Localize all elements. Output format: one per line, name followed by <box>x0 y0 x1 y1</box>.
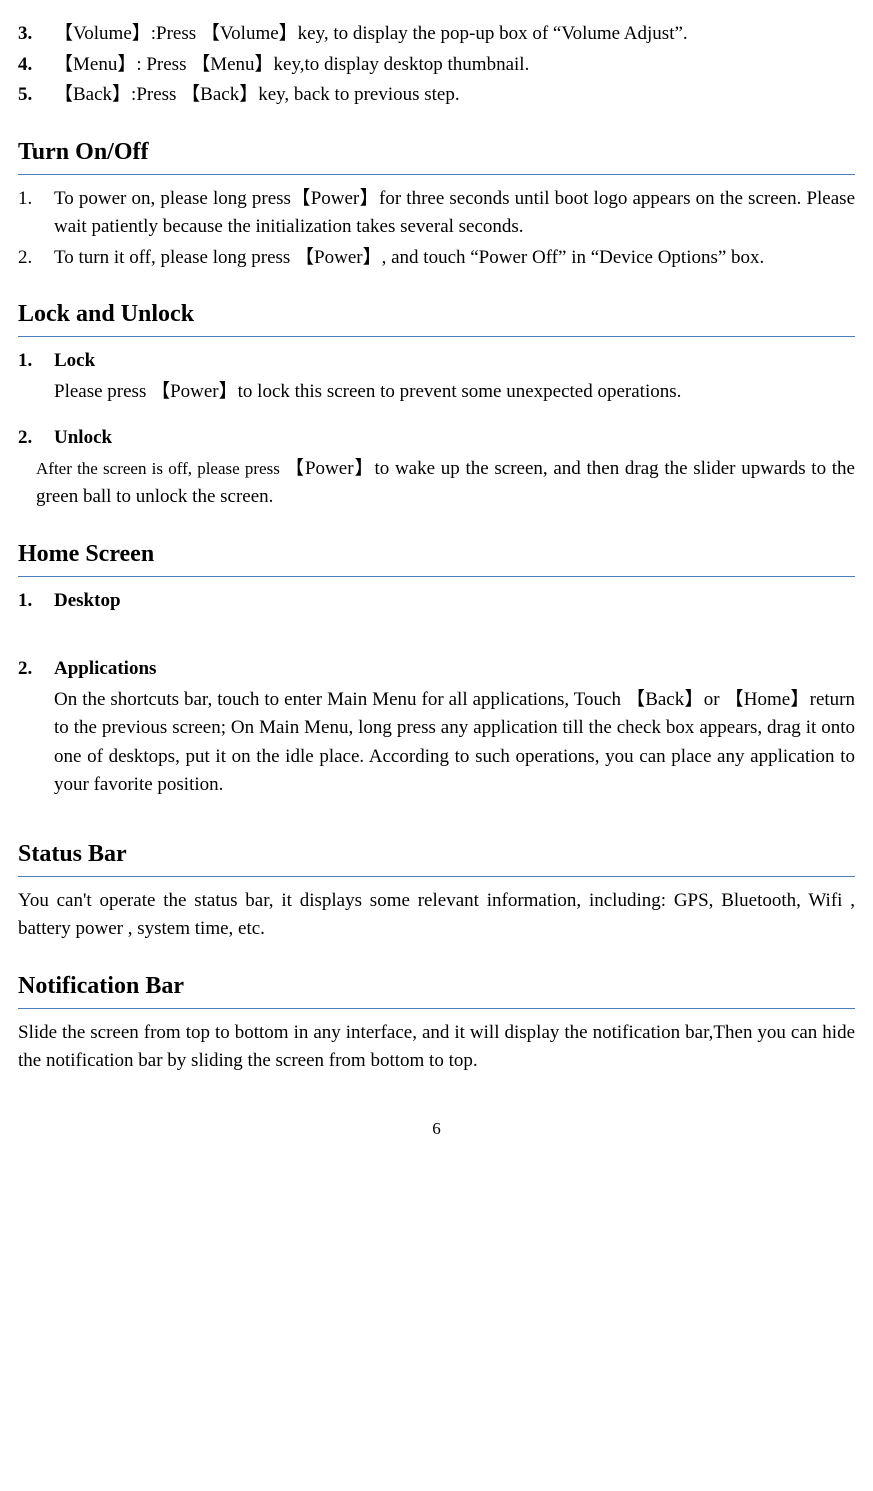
heading-lock-unlock: Lock and Unlock <box>18 296 855 332</box>
applications-item-num: 2. <box>18 655 54 684</box>
unlock-item: 2. Unlock <box>18 424 855 453</box>
turn-on-off-item-2-num: 2. <box>18 244 54 273</box>
unlock-item-lead: After the screen is off, please press <box>36 459 285 478</box>
turn-on-off-item-1-num: 1. <box>18 185 54 242</box>
rule-lock-unlock <box>18 336 855 337</box>
turn-on-off-item-2-text: To turn it off, please long press 【Power… <box>54 244 855 273</box>
top-item-4: 4. 【Menu】: Press 【Menu】key,to display de… <box>18 51 855 80</box>
rule-turn-on-off <box>18 174 855 175</box>
rule-home-screen <box>18 576 855 577</box>
unlock-item-num: 2. <box>18 424 54 453</box>
lock-item: 1. Lock <box>18 347 855 376</box>
applications-item-title: Applications <box>54 655 855 684</box>
page-number: 6 <box>18 1116 855 1142</box>
top-item-3-num: 3. <box>18 20 54 49</box>
turn-on-off-list: 1. To power on, please long press【Power】… <box>18 185 855 273</box>
top-item-3: 3. 【Volume】:Press 【Volume】key, to displa… <box>18 20 855 49</box>
top-key-list: 3. 【Volume】:Press 【Volume】key, to displa… <box>18 20 855 110</box>
top-item-3-text: 【Volume】:Press 【Volume】key, to display t… <box>54 20 855 49</box>
top-item-5-text: 【Back】:Press 【Back】key, back to previous… <box>54 81 855 110</box>
applications-item: 2. Applications <box>18 655 855 684</box>
heading-status-bar: Status Bar <box>18 836 855 872</box>
turn-on-off-item-1-text: To power on, please long press【Power】for… <box>54 185 855 242</box>
heading-turn-on-off: Turn On/Off <box>18 134 855 170</box>
status-bar-body: You can't operate the status bar, it dis… <box>18 887 855 944</box>
rule-status-bar <box>18 876 855 877</box>
top-item-4-num: 4. <box>18 51 54 80</box>
top-item-5: 5. 【Back】:Press 【Back】key, back to previ… <box>18 81 855 110</box>
lock-item-num: 1. <box>18 347 54 376</box>
heading-notification-bar: Notification Bar <box>18 968 855 1004</box>
rule-notification-bar <box>18 1008 855 1009</box>
desktop-item: 1. Desktop <box>18 587 855 616</box>
turn-on-off-item-1: 1. To power on, please long press【Power】… <box>18 185 855 242</box>
heading-home-screen: Home Screen <box>18 536 855 572</box>
turn-on-off-item-2: 2. To turn it off, please long press 【Po… <box>18 244 855 273</box>
top-item-4-text: 【Menu】: Press 【Menu】key,to display deskt… <box>54 51 855 80</box>
notification-bar-body: Slide the screen from top to bottom in a… <box>18 1019 855 1076</box>
applications-item-body: On the shortcuts bar, touch to enter Mai… <box>54 686 855 800</box>
desktop-item-title: Desktop <box>54 587 855 616</box>
unlock-item-body: After the screen is off, please press 【P… <box>36 455 855 512</box>
lock-item-title: Lock <box>54 347 855 376</box>
desktop-item-num: 1. <box>18 587 54 616</box>
top-item-5-num: 5. <box>18 81 54 110</box>
unlock-item-title: Unlock <box>54 424 855 453</box>
lock-item-body: Please press 【Power】to lock this screen … <box>54 378 855 407</box>
